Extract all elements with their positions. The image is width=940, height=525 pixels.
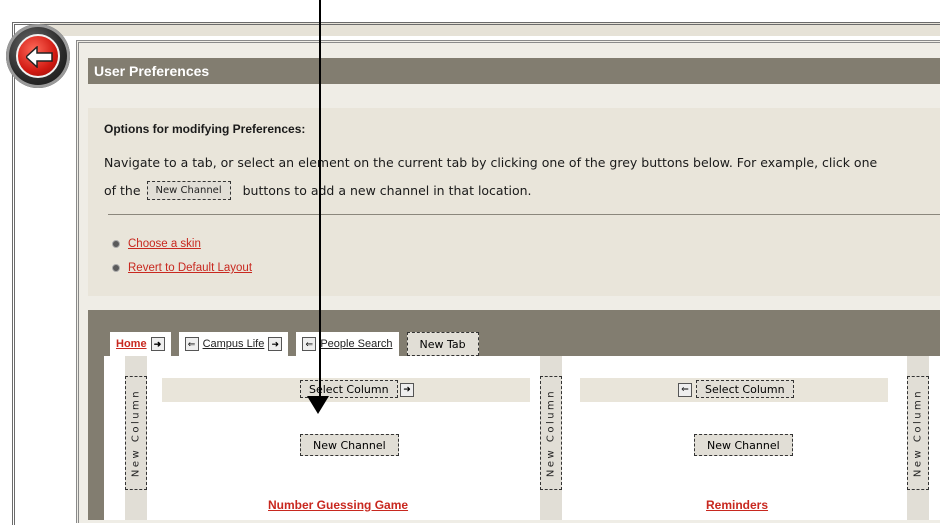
select-column-button-2[interactable]: Select Column — [696, 380, 794, 398]
channel-title-number-guessing-game[interactable]: Number Guessing Game — [268, 498, 408, 512]
new-tab-button[interactable]: New Tab — [406, 332, 479, 356]
tab-campus-life[interactable]: ⇐ Campus Life ➜ — [178, 332, 289, 356]
new-column-label: New Column — [130, 388, 142, 478]
tab-home[interactable]: Home ➜ — [110, 332, 171, 356]
instructions-prefix: of the — [104, 183, 141, 198]
link-row-revert: Revert to Default Layout — [112, 262, 252, 274]
options-title: Options for modifying Preferences: — [104, 122, 306, 136]
tab-people-search[interactable]: ⇐ People Search — [296, 332, 399, 356]
back-button[interactable] — [6, 24, 70, 88]
column-header-2: ⇐ Select Column — [580, 378, 888, 402]
example-new-channel-button[interactable]: New Channel — [146, 181, 231, 200]
columns-area: New Column New Column New Column Select … — [104, 356, 940, 520]
revert-default-layout-link[interactable]: Revert to Default Layout — [128, 262, 252, 274]
new-column-label: New Column — [545, 388, 557, 478]
page-title-bar: User Preferences — [88, 58, 940, 84]
new-column-button-2[interactable]: New Column — [540, 376, 562, 490]
new-column-button-3[interactable]: New Column — [907, 376, 929, 490]
move-right-arrow-icon[interactable]: ➜ — [268, 337, 283, 351]
move-left-arrow-icon[interactable]: ⇐ — [184, 337, 199, 351]
back-arrow-icon — [16, 34, 60, 78]
bullet-icon — [112, 264, 120, 272]
pointer-arrow-icon — [307, 396, 329, 414]
move-right-arrow-icon[interactable]: ➜ — [150, 337, 165, 351]
new-column-button-1[interactable]: New Column — [125, 376, 147, 490]
link-row-skin: Choose a skin — [112, 238, 201, 250]
tab-campus-life-label[interactable]: Campus Life — [203, 338, 265, 350]
move-left-arrow-icon[interactable]: ⇐ — [302, 337, 317, 351]
instructions-text: Navigate to a tab, or select an element … — [104, 155, 878, 170]
page-title: User Preferences — [94, 63, 210, 79]
tab-home-label[interactable]: Home — [116, 338, 147, 350]
move-column-left-arrow-icon[interactable]: ⇐ — [678, 383, 692, 397]
tab-people-search-label[interactable]: People Search — [320, 338, 392, 350]
options-panel: Options for modifying Preferences: Navig… — [88, 108, 940, 296]
new-column-label: New Column — [912, 388, 924, 478]
layout-panel: Home ➜ ⇐ Campus Life ➜ ⇐ People Search N… — [88, 310, 940, 520]
instructions-text-line2: of the New Channel buttons to add a new … — [104, 181, 532, 200]
choose-skin-link[interactable]: Choose a skin — [128, 238, 201, 250]
pointer-arrow-line — [319, 0, 321, 402]
column-header-1: Select Column ➜ — [162, 378, 530, 402]
move-column-right-arrow-icon[interactable]: ➜ — [400, 383, 414, 397]
divider — [108, 214, 940, 215]
new-channel-button-2[interactable]: New Channel — [694, 434, 793, 456]
tab-strip: Home ➜ ⇐ Campus Life ➜ ⇐ People Search N… — [110, 332, 479, 356]
channel-title-reminders[interactable]: Reminders — [706, 498, 768, 512]
instructions-suffix: buttons to add a new channel in that loc… — [242, 183, 532, 198]
new-channel-button-1[interactable]: New Channel — [300, 434, 399, 456]
bullet-icon — [112, 240, 120, 248]
